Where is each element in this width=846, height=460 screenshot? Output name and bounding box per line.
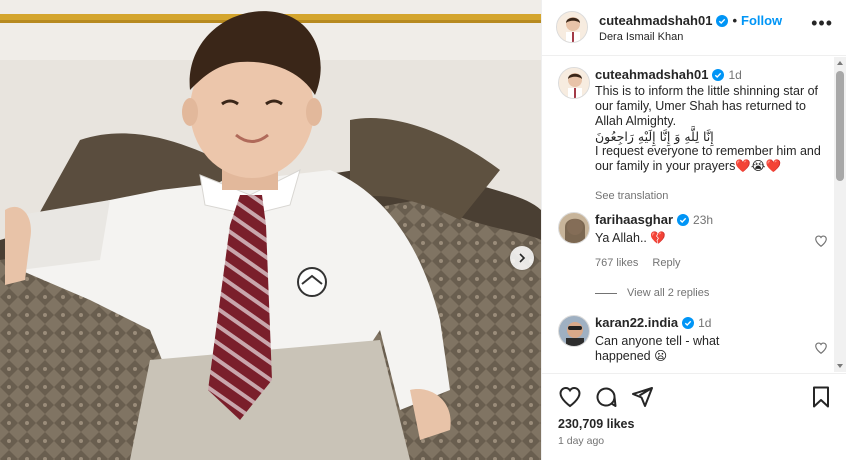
verified-badge-icon (677, 213, 690, 226)
more-options-icon[interactable]: ••• (811, 14, 833, 32)
comment-emoji: 💔 (650, 231, 666, 245)
boy-in-school-uniform-photo (0, 0, 541, 460)
post-header: cuteahmadshah01 • Follow Dera Ismail Kha… (542, 0, 846, 56)
comment-meta: 767 likes Reply (595, 257, 681, 269)
replies-divider-line (595, 292, 617, 294)
caption-line-2-text: I request everyone to remember him and o… (595, 144, 821, 173)
reply-button[interactable]: Reply (652, 257, 680, 269)
likes-count[interactable]: 230,709 likes (558, 417, 634, 431)
caption: cuteahmadshah01 1d This is to inform the… (542, 67, 834, 202)
separator-dot: • (732, 13, 737, 28)
post-time[interactable]: 1 day ago (558, 435, 604, 447)
scroll-thumb[interactable] (836, 71, 844, 181)
comment-author: farihaasghar 23h (595, 212, 713, 227)
caption-author: cuteahmadshah01 1d (595, 67, 742, 82)
username-link[interactable]: cuteahmadshah01 (599, 13, 712, 28)
caption-arabic: إِنَّا لِلَّهِ وَ إِنَّا إِلَيْهِ رَاجِع… (595, 129, 714, 144)
caption-line-2: I request everyone to remember him and o… (595, 144, 825, 174)
caption-line-1: This is to inform the little shinning st… (595, 84, 819, 128)
like-comment-heart-icon[interactable] (814, 234, 828, 248)
comment-time[interactable]: 1d (698, 316, 711, 330)
post-actions: 230,709 likes 1 day ago (542, 373, 846, 460)
comment-emoji: 😦 (654, 349, 668, 363)
username-link[interactable]: cuteahmadshah01 (595, 67, 708, 82)
caption-emojis: ❤️😭❤️ (735, 159, 782, 173)
view-replies-button[interactable]: View all 2 replies (595, 287, 709, 299)
comment-text: Can anyone tell - what happened 😦 (595, 334, 775, 364)
share-send-icon[interactable] (630, 385, 654, 409)
comment-author: karan22.india 1d (595, 315, 711, 330)
profile-photo (559, 68, 589, 98)
scroll-down-arrow-icon[interactable] (837, 364, 843, 368)
comment-text: Ya Allah.. 💔 (595, 231, 825, 246)
chevron-right-icon (519, 253, 526, 263)
see-translation-link[interactable]: See translation (595, 190, 668, 202)
scroll-up-arrow-icon[interactable] (837, 61, 843, 65)
comments-list[interactable]: cuteahmadshah01 1d This is to inform the… (542, 57, 834, 372)
verified-badge-icon (712, 68, 725, 81)
comments-scrollbar[interactable] (834, 57, 846, 372)
avatar[interactable] (558, 67, 590, 99)
like-comment-heart-icon[interactable] (814, 341, 828, 355)
follow-button[interactable]: Follow (741, 13, 782, 28)
post-author: cuteahmadshah01 • Follow (599, 13, 782, 28)
save-bookmark-icon[interactable] (809, 385, 833, 409)
comment-item: farihaasghar 23h Ya Allah.. 💔 767 likes … (542, 212, 834, 299)
username-link[interactable]: karan22.india (595, 315, 678, 330)
caption-time[interactable]: 1d (728, 68, 741, 82)
profile-photo (559, 213, 589, 243)
username-link[interactable]: farihaasghar (595, 212, 673, 227)
avatar[interactable] (558, 315, 590, 347)
like-heart-icon[interactable] (558, 385, 582, 409)
post-image (0, 0, 541, 460)
avatar[interactable] (558, 212, 590, 244)
verified-badge-icon (682, 316, 695, 329)
next-image-button[interactable] (510, 246, 534, 270)
comment-likes[interactable]: 767 likes (595, 257, 638, 269)
location-link[interactable]: Dera Ismail Khan (599, 31, 683, 43)
view-replies-label: View all 2 replies (627, 287, 710, 299)
caption-text: This is to inform the little shinning st… (595, 84, 825, 174)
profile-photo (559, 316, 589, 346)
profile-photo (557, 12, 587, 42)
comment-item: karan22.india 1d Can anyone tell - what … (542, 315, 834, 372)
verified-badge-icon (716, 14, 729, 27)
post-details-panel: cuteahmadshah01 • Follow Dera Ismail Kha… (541, 0, 846, 460)
avatar[interactable] (556, 11, 588, 43)
comment-text-body: Ya Allah.. (595, 231, 647, 245)
comment-icon[interactable] (594, 385, 618, 409)
comment-time[interactable]: 23h (693, 213, 713, 227)
